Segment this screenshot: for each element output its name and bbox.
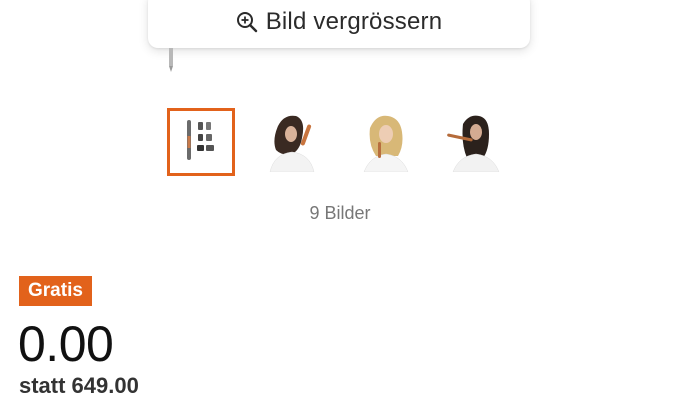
- free-badge: Gratis: [19, 276, 92, 306]
- zoom-image-button[interactable]: Bild vergrössern: [148, 0, 530, 48]
- model-image-2: [363, 115, 409, 172]
- thumb-product-set[interactable]: [167, 108, 235, 176]
- thumb-model-1[interactable]: [262, 110, 324, 172]
- model-image-3: [447, 115, 500, 172]
- thumb-model-2[interactable]: [356, 110, 418, 172]
- image-count: 9 Bilder: [309, 203, 371, 223]
- zoom-image-label: Bild vergrössern: [265, 8, 443, 35]
- original-price: statt 649.00: [19, 373, 139, 398]
- product-image-edge: [169, 48, 173, 72]
- thumb-model-3[interactable]: [445, 110, 507, 172]
- product-set-image: [187, 120, 214, 160]
- current-price: 0.00: [18, 316, 114, 372]
- zoom-in-icon: [236, 12, 257, 33]
- model-image-1: [269, 115, 315, 172]
- thumbnail-strip: [0, 108, 680, 178]
